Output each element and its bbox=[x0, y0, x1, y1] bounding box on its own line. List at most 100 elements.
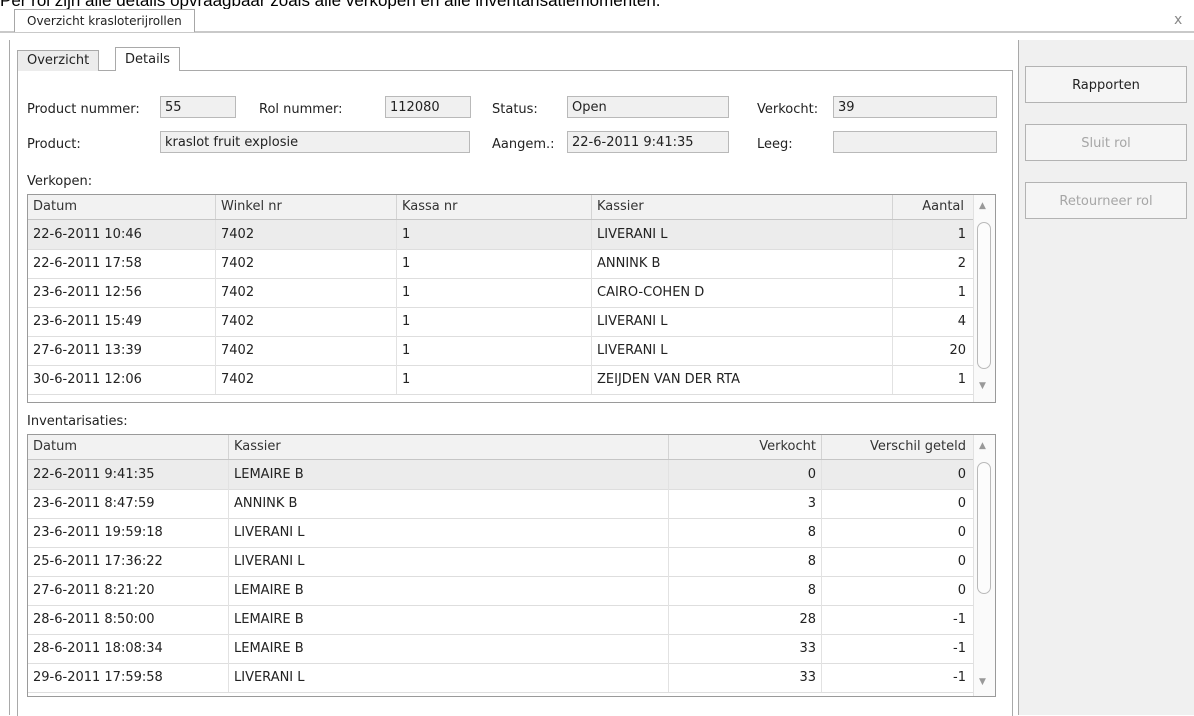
product-label: Product: bbox=[27, 137, 81, 152]
tab-overzicht[interactable]: Overzicht bbox=[17, 50, 100, 71]
inventarisaties-row[interactable]: 23-6-2011 8:47:59 ANNINK B 3 0 bbox=[28, 489, 974, 519]
verkopen-cell-datum: 22-6-2011 10:46 bbox=[33, 227, 142, 242]
verkopen-cell-aantal: 1 bbox=[957, 372, 966, 387]
inventarisaties-cell-verkocht: 8 bbox=[807, 583, 816, 598]
inventarisaties-row[interactable]: 29-6-2011 17:59:58 LIVERANI L 33 -1 bbox=[28, 663, 974, 693]
verkopen-cell-kassier: ANNINK B bbox=[597, 256, 661, 271]
verkopen-row[interactable]: 23-6-2011 12:56 7402 1 CAIRO-COHEN D 1 bbox=[28, 278, 974, 308]
verkopen-cell-kassier: CAIRO-COHEN D bbox=[597, 285, 705, 300]
verkopen-row[interactable]: 30-6-2011 12:06 7402 1 ZEIJDEN VAN DER RTA 1 bbox=[28, 365, 974, 395]
inventarisaties-cell-verkocht: 8 bbox=[807, 525, 816, 540]
inv-col-verschil[interactable]: Verschil geteld bbox=[870, 435, 966, 459]
inventarisaties-cell-datum: 22-6-2011 9:41:35 bbox=[33, 467, 155, 482]
verkopen-cell-kassier: LIVERANI L bbox=[597, 343, 668, 358]
inventarisaties-cell-datum: 28-6-2011 18:08:34 bbox=[33, 641, 163, 656]
inventarisaties-cell-kassier: LEMAIRE B bbox=[234, 641, 304, 656]
verkopen-col-winkel[interactable]: Winkel nr bbox=[221, 195, 282, 219]
inv-col-kassier[interactable]: Kassier bbox=[234, 435, 281, 459]
details-tab-content: Product nummer: 55 Rol nummer: 112080 St… bbox=[17, 70, 1013, 716]
caption-text: Per rol zijn alle details opvraagbaar zo… bbox=[0, 0, 1194, 9]
inv-col-verkocht[interactable]: Verkocht bbox=[759, 435, 816, 459]
inventarisaties-cell-verkocht: 8 bbox=[807, 554, 816, 569]
verkopen-cell-kassier: ZEIJDEN VAN DER RTA bbox=[597, 372, 740, 387]
inventarisaties-cell-verschil: -1 bbox=[953, 612, 966, 627]
verkopen-cell-winkel: 7402 bbox=[221, 256, 255, 271]
verkopen-title: Verkopen: bbox=[27, 174, 93, 189]
inventarisaties-cell-datum: 25-6-2011 17:36:22 bbox=[33, 554, 163, 569]
scroll-up-icon[interactable]: ▲ bbox=[979, 441, 986, 451]
verkopen-cell-winkel: 7402 bbox=[221, 372, 255, 387]
verkopen-cell-aantal: 2 bbox=[957, 256, 966, 271]
inventarisaties-cell-verschil: -1 bbox=[953, 641, 966, 656]
scroll-down-icon[interactable]: ▼ bbox=[979, 381, 986, 391]
verkopen-row[interactable]: 27-6-2011 13:39 7402 1 LIVERANI L 20 bbox=[28, 336, 974, 366]
inv-col-datum[interactable]: Datum bbox=[33, 435, 77, 459]
verkopen-cell-datum: 27-6-2011 13:39 bbox=[33, 343, 142, 358]
inventarisaties-cell-datum: 23-6-2011 8:47:59 bbox=[33, 496, 155, 511]
inventarisaties-cell-datum: 27-6-2011 8:21:20 bbox=[33, 583, 155, 598]
verkopen-row[interactable]: 23-6-2011 15:49 7402 1 LIVERANI L 4 bbox=[28, 307, 974, 337]
verkopen-scrollbar[interactable]: ▲ ▼ bbox=[973, 195, 995, 402]
verkopen-col-kassier[interactable]: Kassier bbox=[597, 195, 644, 219]
verkopen-cell-datum: 30-6-2011 12:06 bbox=[33, 372, 142, 387]
inventarisaties-cell-verkocht: 28 bbox=[799, 612, 816, 627]
rol-nummer-field[interactable]: 112080 bbox=[385, 96, 471, 118]
product-nummer-field[interactable]: 55 bbox=[160, 96, 236, 118]
inventarisaties-row[interactable]: 23-6-2011 19:59:18 LIVERANI L 8 0 bbox=[28, 518, 974, 548]
tab-details[interactable]: Details bbox=[115, 47, 181, 71]
scrollbar-thumb[interactable] bbox=[977, 222, 991, 369]
rol-nummer-label: Rol nummer: bbox=[259, 102, 343, 117]
verkopen-cell-kassa: 1 bbox=[402, 256, 411, 271]
leeg-field[interactable] bbox=[833, 131, 997, 153]
inventarisaties-cell-kassier: LIVERANI L bbox=[234, 554, 305, 569]
verkopen-row[interactable]: 22-6-2011 17:58 7402 1 ANNINK B 2 bbox=[28, 249, 974, 279]
inventarisaties-cell-kassier: LEMAIRE B bbox=[234, 467, 304, 482]
retourneer-rol-button[interactable]: Retourneer rol bbox=[1025, 182, 1187, 219]
inventarisaties-cell-datum: 29-6-2011 17:59:58 bbox=[33, 670, 163, 685]
inventarisaties-row[interactable]: 25-6-2011 17:36:22 LIVERANI L 8 0 bbox=[28, 547, 974, 577]
inventarisaties-title: Inventarisaties: bbox=[27, 414, 128, 429]
verkopen-cell-aantal: 4 bbox=[957, 314, 966, 329]
verkopen-cell-datum: 23-6-2011 15:49 bbox=[33, 314, 142, 329]
scroll-down-icon[interactable]: ▼ bbox=[979, 677, 986, 687]
verkopen-col-aantal[interactable]: Aantal bbox=[922, 195, 964, 219]
verkopen-grid: Datum Winkel nr Kassa nr Kassier Aantal … bbox=[27, 194, 996, 403]
aangem-field[interactable]: 22-6-2011 9:41:35 bbox=[567, 131, 729, 153]
inventarisaties-cell-verschil: 0 bbox=[957, 496, 966, 511]
verkopen-col-kassa[interactable]: Kassa nr bbox=[402, 195, 458, 219]
verkopen-cell-winkel: 7402 bbox=[221, 314, 255, 329]
verkopen-cell-datum: 22-6-2011 17:58 bbox=[33, 256, 142, 271]
inventarisaties-cell-datum: 28-6-2011 8:50:00 bbox=[33, 612, 155, 627]
close-icon[interactable]: x bbox=[1174, 12, 1182, 28]
verkopen-cell-datum: 23-6-2011 12:56 bbox=[33, 285, 142, 300]
scroll-up-icon[interactable]: ▲ bbox=[979, 201, 986, 211]
verkopen-col-datum[interactable]: Datum bbox=[33, 195, 77, 219]
inventarisaties-cell-kassier: LIVERANI L bbox=[234, 670, 305, 685]
inventarisaties-cell-verschil: 0 bbox=[957, 554, 966, 569]
inventarisaties-cell-verschil: -1 bbox=[953, 670, 966, 685]
rapporten-button[interactable]: Rapporten bbox=[1025, 66, 1187, 103]
inventarisaties-row[interactable]: 28-6-2011 18:08:34 LEMAIRE B 33 -1 bbox=[28, 634, 974, 664]
inventarisaties-cell-verkocht: 0 bbox=[807, 467, 816, 482]
inventarisaties-row[interactable]: 28-6-2011 8:50:00 LEMAIRE B 28 -1 bbox=[28, 605, 974, 635]
sluit-rol-button[interactable]: Sluit rol bbox=[1025, 124, 1187, 161]
status-field[interactable]: Open bbox=[567, 96, 729, 118]
product-field[interactable]: kraslot fruit explosie bbox=[160, 131, 470, 153]
verkopen-cell-kassa: 1 bbox=[402, 285, 411, 300]
verkopen-cell-kassier: LIVERANI L bbox=[597, 227, 668, 242]
verkopen-cell-aantal: 1 bbox=[957, 285, 966, 300]
inventarisaties-cell-verkocht: 33 bbox=[799, 641, 816, 656]
scrollbar-thumb[interactable] bbox=[977, 462, 991, 594]
document-tab[interactable]: Overzicht krasloterijrollen bbox=[14, 9, 195, 32]
inventarisaties-row[interactable]: 27-6-2011 8:21:20 LEMAIRE B 8 0 bbox=[28, 576, 974, 606]
verkopen-cell-winkel: 7402 bbox=[221, 227, 255, 242]
verkopen-row[interactable]: 22-6-2011 10:46 7402 1 LIVERANI L 1 bbox=[28, 220, 974, 250]
inventarisaties-scrollbar[interactable]: ▲ ▼ bbox=[973, 435, 995, 696]
inventarisaties-cell-datum: 23-6-2011 19:59:18 bbox=[33, 525, 163, 540]
inventarisaties-cell-verschil: 0 bbox=[957, 525, 966, 540]
product-nummer-label: Product nummer: bbox=[27, 102, 140, 117]
inventarisaties-cell-kassier: LEMAIRE B bbox=[234, 612, 304, 627]
inventarisaties-cell-verschil: 0 bbox=[957, 583, 966, 598]
inventarisaties-row[interactable]: 22-6-2011 9:41:35 LEMAIRE B 0 0 bbox=[28, 460, 974, 490]
verkocht-field[interactable]: 39 bbox=[833, 96, 997, 118]
